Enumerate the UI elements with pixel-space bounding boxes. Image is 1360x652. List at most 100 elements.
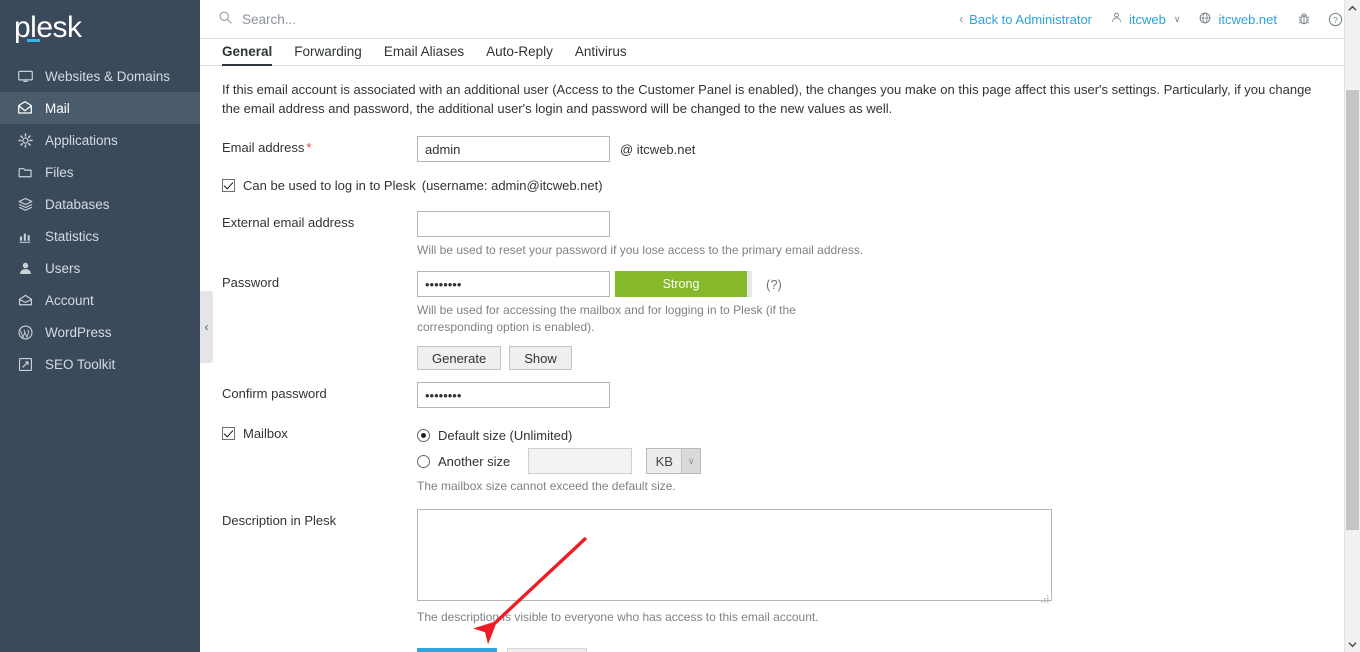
search-icon (218, 10, 233, 28)
external-email-hint: Will be used to reset your password if y… (417, 243, 864, 257)
domain-label: itcweb.net (1218, 11, 1277, 27)
email-address-label-text: Email address (222, 140, 305, 155)
sidebar-item-seo-toolkit[interactable]: SEO Toolkit (0, 348, 200, 380)
external-email-input[interactable] (417, 211, 610, 237)
confirm-password-label: Confirm password (222, 386, 327, 401)
ok-button[interactable]: OK (417, 648, 497, 652)
sidebar-item-applications[interactable]: Applications (0, 124, 200, 156)
tab-antivirus[interactable]: Antivirus (564, 44, 638, 65)
sidebar-item-label: Databases (45, 196, 110, 212)
sidebar-item-account[interactable]: Account (0, 284, 200, 316)
password-row: Password Strong (?) Will be used for acc… (222, 271, 1340, 370)
mailbox-unit-select[interactable]: KB ∨ (646, 448, 702, 474)
plesk-app: plesk Websites & Domains Mail Applicatio… (0, 0, 1360, 652)
tab-email-aliases[interactable]: Email Aliases (373, 44, 475, 65)
sidebar-item-label: WordPress (45, 324, 112, 340)
description-textarea[interactable] (417, 509, 1052, 601)
email-domain-suffix: @ itcweb.net (620, 141, 696, 157)
logo-accent-underline (27, 39, 40, 42)
password-input[interactable] (417, 271, 610, 297)
mailbox-another-size-row[interactable]: Another size KB ∨ (417, 448, 1340, 474)
sidebar-collapse-handle[interactable]: ‹ (200, 291, 213, 363)
logo-text: plesk (14, 11, 82, 44)
description-hint: The description is visible to everyone w… (417, 610, 819, 624)
search-container[interactable] (218, 10, 950, 28)
external-email-row: External email address Will be used to r… (222, 211, 1340, 259)
chevron-left-icon: ‹ (204, 320, 209, 334)
form-footer: * Required fields OK Cancel (222, 648, 1340, 652)
sidebar-item-wordpress[interactable]: WordPress (0, 316, 200, 348)
mailbox-another-size-radio[interactable] (417, 454, 430, 468)
tab-general[interactable]: General (220, 44, 283, 66)
sidebar-item-label: Files (45, 164, 74, 180)
email-address-row: Email address* @ itcweb.net (222, 136, 1340, 162)
sidebar-item-label: Statistics (45, 228, 100, 244)
required-asterisk: * (306, 140, 312, 155)
account-icon (16, 291, 34, 309)
show-password-button[interactable]: Show (509, 346, 572, 370)
generate-password-button[interactable]: Generate (417, 346, 502, 370)
email-address-input[interactable] (417, 136, 610, 162)
external-email-label: External email address (222, 215, 355, 230)
bar-chart-icon (16, 227, 34, 245)
mailbox-unit-label: KB (655, 453, 673, 469)
globe-icon (1198, 11, 1212, 28)
user-menu[interactable]: itcweb ∨ (1101, 11, 1189, 27)
description-row: Description in Plesk The description is … (222, 509, 1340, 626)
sidebar-item-mail[interactable]: Mail (0, 92, 200, 124)
sidebar-item-users[interactable]: Users (0, 252, 200, 284)
can-log-in-checkbox-row[interactable]: Can be used to log in to Plesk (username… (222, 178, 1340, 193)
back-to-administrator-link[interactable]: ‹ Back to Administrator (950, 12, 1101, 27)
domain-link[interactable]: itcweb.net (1189, 11, 1286, 28)
folder-icon (16, 163, 34, 181)
chevron-down-icon: ∨ (1173, 13, 1181, 24)
bug-icon[interactable] (1291, 6, 1317, 32)
top-bar: ‹ Back to Administrator itcweb ∨ itcweb.… (200, 0, 1360, 39)
scroll-up-arrow-icon[interactable] (1345, 0, 1360, 16)
tab-bar: General Forwarding Email Aliases Auto-Re… (200, 39, 1360, 66)
tab-auto-reply[interactable]: Auto-Reply (475, 44, 564, 65)
sidebar-item-label: Websites & Domains (45, 68, 171, 84)
password-hint: Will be used for accessing the mailbox a… (417, 303, 796, 334)
svg-text:?: ? (1333, 14, 1338, 24)
sidebar-item-databases[interactable]: Databases (0, 188, 200, 220)
can-log-in-checkbox[interactable] (222, 179, 235, 192)
password-label: Password (222, 275, 280, 290)
sidebar: plesk Websites & Domains Mail Applicatio… (0, 0, 200, 652)
confirm-password-input[interactable] (417, 382, 610, 408)
mailbox-size-input[interactable] (528, 448, 633, 474)
plesk-logo[interactable]: plesk (0, 0, 200, 56)
can-log-in-username-note: (username: admin@itcweb.net) (421, 178, 603, 193)
mail-icon (16, 99, 34, 117)
chevron-left-icon: ‹ (959, 12, 964, 26)
user-icon (1110, 11, 1123, 27)
mailbox-default-size-label: Default size (Unlimited) (438, 427, 573, 443)
top-bar-right: ‹ Back to Administrator itcweb ∨ itcweb.… (950, 6, 1348, 32)
sidebar-item-files[interactable]: Files (0, 156, 200, 188)
main-area: ‹ Back to Administrator itcweb ∨ itcweb.… (200, 0, 1360, 652)
scroll-down-arrow-icon[interactable] (1345, 636, 1360, 652)
scrollbar-thumb[interactable] (1346, 90, 1359, 530)
vertical-scrollbar[interactable] (1344, 0, 1360, 652)
gear-icon (16, 131, 34, 149)
password-strength-badge: Strong (615, 271, 752, 297)
mailbox-row: Mailbox Default size (Unlimited) Another… (222, 424, 1340, 495)
sidebar-item-statistics[interactable]: Statistics (0, 220, 200, 252)
mailbox-default-size-radio[interactable] (417, 428, 430, 442)
mailbox-checkbox[interactable] (222, 427, 235, 440)
mailbox-label: Mailbox (243, 426, 288, 441)
email-address-label: Email address * (222, 136, 417, 155)
mailbox-checkbox-row[interactable]: Mailbox (222, 426, 417, 441)
sidebar-item-label: Mail (45, 100, 70, 116)
description-label: Description in Plesk (222, 513, 337, 528)
sidebar-item-label: Account (45, 292, 94, 308)
mailbox-default-size-row[interactable]: Default size (Unlimited) (417, 424, 1340, 446)
sidebar-item-websites-domains[interactable]: Websites & Domains (0, 60, 200, 92)
tab-forwarding[interactable]: Forwarding (283, 44, 373, 65)
search-input[interactable] (242, 11, 542, 27)
seo-arrow-icon (16, 355, 34, 373)
cancel-button[interactable]: Cancel (507, 648, 587, 652)
monitor-icon (16, 67, 34, 85)
password-help-icon[interactable]: (?) (766, 277, 782, 292)
chevron-down-icon: ∨ (681, 449, 701, 473)
